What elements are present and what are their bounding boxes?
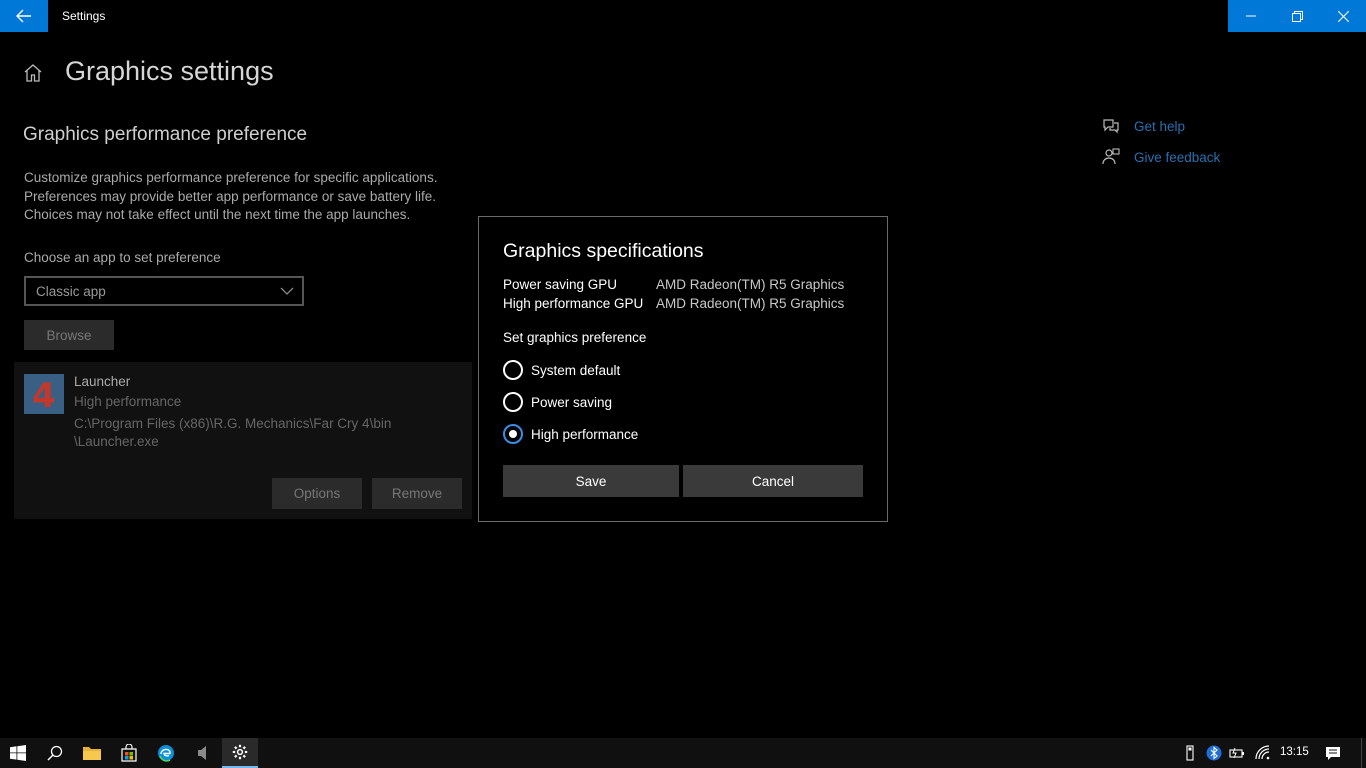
browse-button[interactable]: Browse (24, 320, 114, 350)
radio-circle-checked (503, 424, 523, 444)
get-help-label: Get help (1134, 118, 1186, 134)
action-center-icon[interactable] (1325, 745, 1341, 761)
app-name: Launcher (74, 374, 131, 389)
spec-value: AMD Radeon(TM) R5 Graphics (656, 296, 845, 311)
store-bag-icon (121, 744, 137, 762)
graphics-specifications-dialog: Graphics specifications Power saving GPU… (478, 216, 888, 522)
spec-label: Power saving GPU (503, 277, 618, 292)
give-feedback-link[interactable]: Give feedback (1102, 148, 1220, 166)
window-controls (1228, 0, 1366, 32)
home-icon[interactable] (22, 62, 44, 84)
set-preference-label: Set graphics preference (503, 330, 647, 345)
give-feedback-label: Give feedback (1134, 149, 1221, 165)
dropdown-value: Classic app (36, 284, 106, 299)
edge-browser-icon (158, 745, 174, 762)
app-path-line: \Launcher.exe (74, 434, 159, 449)
options-button[interactable]: Options (272, 478, 362, 509)
taskbar-edge[interactable] (148, 738, 184, 768)
restore-button[interactable] (1274, 0, 1320, 32)
taskbar-file-explorer[interactable] (74, 738, 110, 768)
start-button[interactable] (0, 738, 36, 768)
radio-label: System default (531, 362, 621, 378)
app-type-dropdown[interactable]: Classic app (24, 276, 304, 306)
radio-power-saving[interactable]: Power saving (503, 392, 612, 412)
radio-circle (503, 392, 523, 412)
title-bar: Settings (0, 0, 1366, 32)
battery-plugged-icon[interactable] (1229, 745, 1245, 761)
minimize-icon (1246, 15, 1256, 17)
taskbar: 13:15 (0, 738, 1366, 768)
description-line: Customize graphics performance preferenc… (24, 170, 438, 185)
radio-circle (503, 360, 523, 380)
gear-icon (232, 744, 248, 760)
speaker-icon (198, 746, 206, 760)
taskbar-settings[interactable] (222, 738, 258, 768)
description-line: Preferences may provide better app perfo… (24, 188, 436, 204)
feedback-person-icon (1102, 148, 1120, 165)
radio-label: High performance (531, 426, 639, 442)
bluetooth-icon[interactable] (1206, 745, 1222, 761)
radio-high-performance[interactable]: High performance (503, 424, 638, 444)
chat-help-icon (1103, 119, 1119, 134)
spec-value: AMD Radeon(TM) R5 Graphics (656, 277, 845, 292)
section-title: Graphics performance preference (23, 124, 308, 145)
folder-icon (83, 747, 101, 760)
restore-icon (1291, 10, 1303, 22)
show-desktop-button[interactable] (1361, 738, 1362, 768)
app-path-line: C:\Program Files (x86)\R.G. Mechanics\Fa… (74, 416, 392, 431)
close-button[interactable] (1320, 0, 1366, 32)
close-icon (1337, 10, 1349, 22)
taskbar-clock[interactable]: 13:15 (1280, 746, 1309, 758)
save-button[interactable]: Save (503, 465, 679, 497)
windows-logo-icon (10, 745, 26, 761)
wifi-icon[interactable] (1255, 745, 1271, 761)
back-button[interactable] (0, 0, 48, 32)
choose-app-label: Choose an app to set preference (24, 250, 221, 265)
search-icon (47, 745, 63, 761)
remove-button[interactable]: Remove (372, 478, 462, 509)
app-icon: 4 (24, 374, 64, 414)
radio-label: Power saving (531, 394, 613, 410)
app-entry-card[interactable]: 4 Launcher High performance C:\Program F… (14, 362, 472, 519)
description: Customize graphics performance preferenc… (24, 169, 474, 225)
arrow-left-icon (16, 9, 31, 23)
description-line: Choices may not take effect until the ne… (24, 207, 411, 223)
app-preference: High performance (74, 394, 182, 409)
dialog-title: Graphics specifications (503, 240, 704, 262)
window-title: Settings (62, 9, 106, 23)
taskbar-audio-app[interactable] (185, 738, 221, 768)
app-icon-glyph: 4 (32, 376, 56, 414)
minimize-button[interactable] (1228, 0, 1274, 32)
app-path: C:\Program Files (x86)\R.G. Mechanics\Fa… (74, 415, 434, 451)
get-help-link[interactable]: Get help (1102, 117, 1185, 135)
radio-system-default[interactable]: System default (503, 360, 620, 380)
taskbar-store[interactable] (111, 738, 147, 768)
cancel-button[interactable]: Cancel (683, 465, 863, 497)
chevron-down-icon (280, 287, 294, 295)
search-button[interactable] (37, 738, 73, 768)
usb-drive-icon[interactable] (1182, 745, 1198, 761)
spec-label: High performance GPU (503, 296, 644, 311)
page-title: Graphics settings (65, 56, 274, 86)
